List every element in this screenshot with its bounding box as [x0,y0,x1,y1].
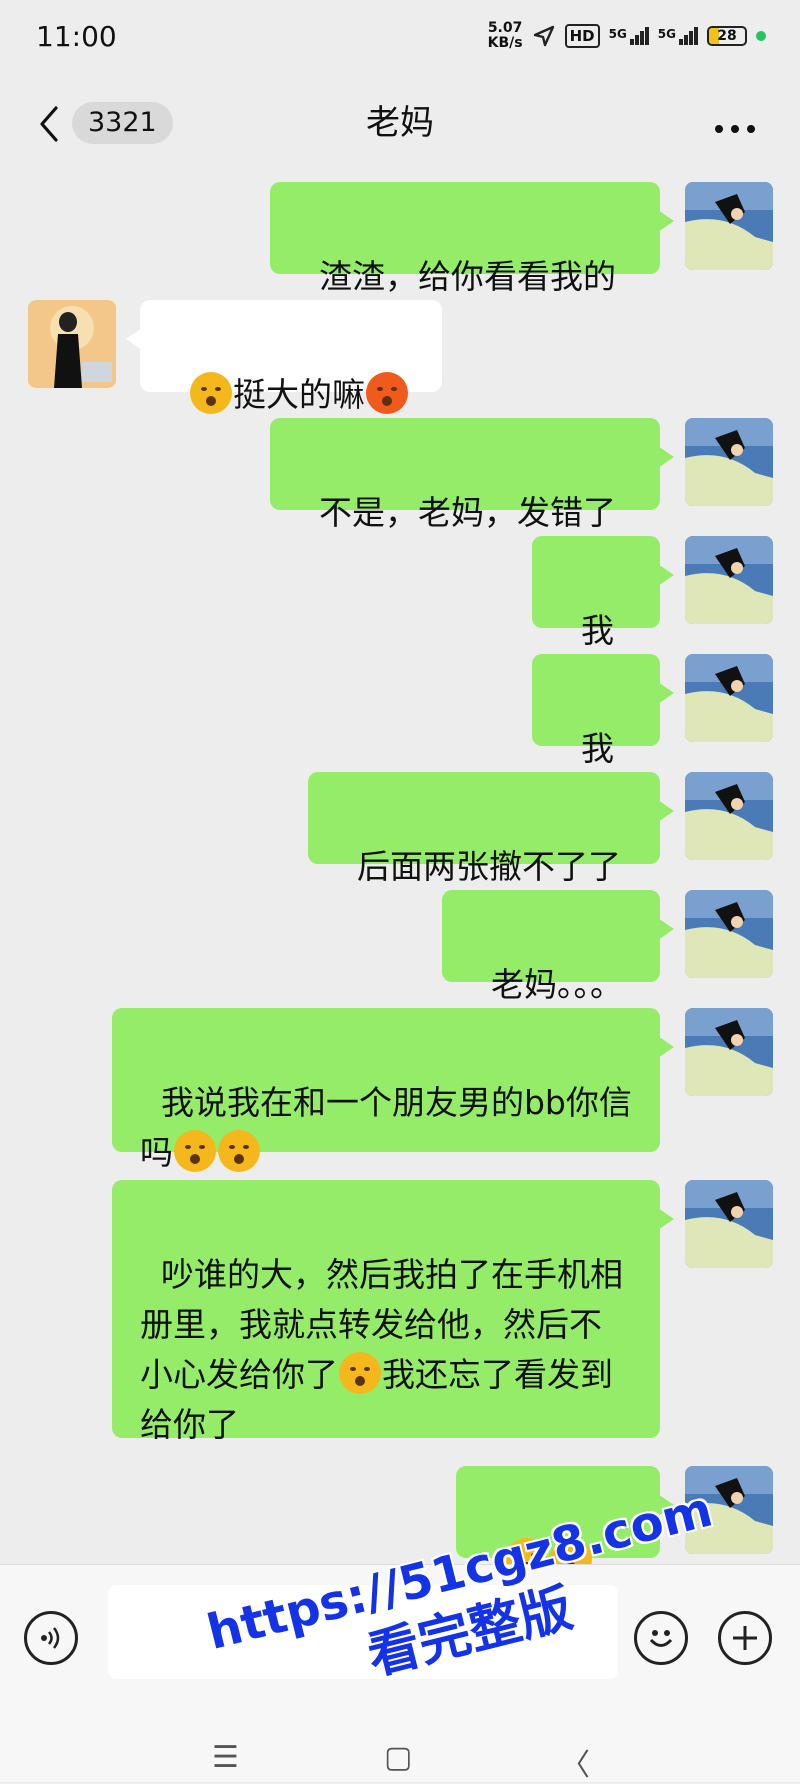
chat-header: 3321 老妈 [0,80,800,166]
message-text: 不是，老妈，发错了 [318,493,616,532]
message-bubble-outgoing[interactable]: 我说我在和一个朋友男的bb你信吗 [112,1008,674,1172]
kissing-face-emoji [339,1352,381,1394]
my-avatar[interactable] [685,536,773,624]
battery-level: 28 [717,28,737,44]
message-bubble-outgoing[interactable]: 渣渣，给你看看我的 [270,182,674,296]
thinking-face-emoji [189,372,232,414]
my-avatar[interactable] [685,890,773,978]
message-bubble-incoming[interactable]: 挺大的嘛 [126,300,442,414]
status-time: 11:00 [36,19,117,53]
menu-nav-button[interactable]: ☰ [212,1740,239,1775]
kissing-face-emoji [174,1130,216,1172]
my-avatar[interactable] [685,1008,773,1096]
status-bar: 11:00 5.07 KB/s HD 5G 5G 28 [0,0,800,72]
voice-button[interactable] [24,1611,78,1665]
my-avatar[interactable] [685,418,773,506]
status-icons: 5.07 KB/s HD 5G 5G 28 [488,21,766,51]
message-text: 后面两张撤不了了 [356,847,621,886]
message-bubble-outgoing[interactable]: 我靠 [532,654,674,818]
system-navigation: ☰ ▢ 〈 [0,1740,800,1783]
network-speed-value: 5.07 [487,20,523,36]
network-speed: 5.07 KB/s [488,21,523,51]
my-avatar[interactable] [685,772,773,860]
contact-avatar[interactable] [28,300,116,388]
network-speed-unit: KB/s [487,35,523,51]
message-text: 老妈。。。 [490,965,623,1004]
my-avatar[interactable] [685,182,773,270]
hd-icon: HD [564,24,600,48]
back-nav-button[interactable]: 〈 [560,1740,590,1784]
message-bubble-outgoing[interactable]: 吵谁的大，然后我拍了在手机相册里，我就点转发给他，然后不小心发给你了 我还忘了看发… [112,1180,674,1444]
my-avatar[interactable] [685,654,773,742]
my-avatar[interactable] [685,1180,773,1268]
battery-icon: 28 [707,26,747,46]
message-bubble-outgoing[interactable]: 不是，老妈，发错了 [270,418,674,532]
message-bubble-outgoing[interactable]: 老妈。。。 [442,890,674,1004]
sweat-face-emoji [365,372,408,414]
home-nav-button[interactable]: ▢ [384,1740,412,1775]
message-text: 挺大的嘛 [232,375,365,414]
more-dots-icon [715,125,755,133]
message-bubble-outgoing[interactable]: 我靠 [532,536,674,700]
message-bubble-outgoing[interactable]: 后面两张撤不了了 [308,772,674,886]
voice-icon [41,1627,60,1649]
chat-title: 老妈 [366,103,434,143]
more-button[interactable] [714,118,756,134]
privacy-indicator-dot [756,31,766,41]
kissing-face-emoji [218,1130,260,1172]
signal-icon-2: 5G [658,27,698,45]
message-text: 渣渣，给你看看我的 [318,257,616,296]
location-arrow-icon [533,25,554,47]
signal-icon-1: 5G [609,27,649,45]
